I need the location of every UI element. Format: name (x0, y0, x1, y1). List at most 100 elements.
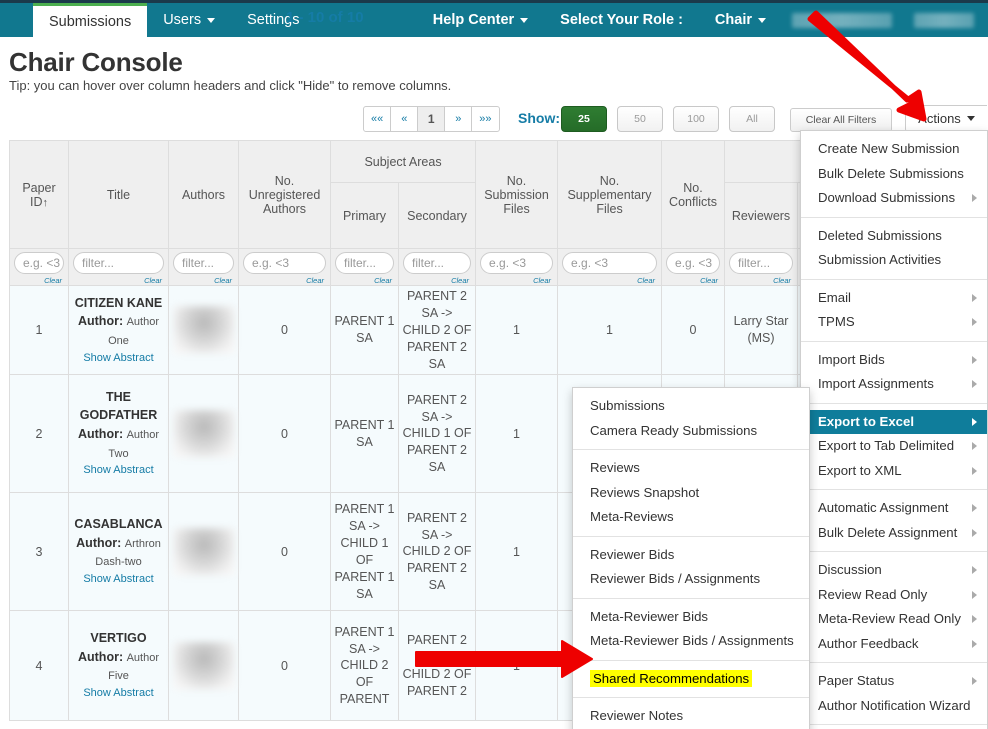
col-header-sa-primary[interactable]: Primary (330, 182, 399, 249)
menu-item-author-notification-wizard[interactable]: Author Notification Wizard (801, 694, 987, 719)
col-header-title[interactable]: Title (68, 140, 169, 249)
menu-item-label: Author Notification Wizard (818, 697, 971, 713)
filter-input-sa-secondary[interactable]: filter... (403, 252, 472, 274)
page-size-all[interactable]: All (729, 106, 775, 132)
pagination-next[interactable]: » (444, 106, 473, 132)
submenu-item-shared-recommendations[interactable]: Shared Recommendations (573, 667, 809, 692)
pagination-last[interactable]: »» (471, 106, 500, 132)
menu-item-bulk-delete-assignment[interactable]: Bulk Delete Assignment (801, 521, 987, 546)
menu-separator (573, 659, 809, 661)
show-abstract-link[interactable]: Show Abstract (72, 686, 165, 702)
pagination[interactable]: «« « 1 » »» (363, 106, 500, 132)
nav-role-chair[interactable]: Chair (699, 3, 782, 37)
filter-clear-paper-id[interactable]: Clear (44, 276, 62, 285)
nav-tab-users[interactable]: Users (147, 3, 231, 37)
filter-clear-authors[interactable]: Clear (214, 276, 232, 285)
show-abstract-link[interactable]: Show Abstract (72, 572, 165, 588)
filter-input-paper-id[interactable]: e.g. <3 (14, 252, 64, 274)
show-abstract-link[interactable]: Show Abstract (72, 463, 165, 479)
actions-button[interactable]: Actions (905, 105, 987, 132)
filter-input-no-supplementary-files[interactable]: e.g. <3 (562, 252, 658, 274)
submenu-item-reviews-snapshot[interactable]: Reviews Snapshot (573, 481, 809, 506)
submenu-item-meta-reviews[interactable]: Meta-Reviews (573, 505, 809, 530)
menu-item-bulk-delete-submissions[interactable]: Bulk Delete Submissions (801, 162, 987, 187)
col-header-reviewers[interactable]: Reviewers (724, 182, 799, 249)
page-size-50[interactable]: 50 (617, 106, 663, 132)
submenu-item-submissions[interactable]: Submissions (573, 394, 809, 419)
menu-item-export-to-xml[interactable]: Export to XML (801, 459, 987, 484)
chevron-right-icon (972, 380, 977, 389)
filter-clear-title[interactable]: Clear (144, 276, 162, 285)
filter-input-no-submission-files[interactable]: e.g. <3 (480, 252, 554, 274)
submenu-item-camera-ready-submissions[interactable]: Camera Ready Submissions (573, 419, 809, 444)
menu-item-review-read-only[interactable]: Review Read Only (801, 583, 987, 608)
menu-item-export-to-excel[interactable]: Export to Excel (801, 409, 987, 434)
menu-item-submission-activities[interactable]: Submission Activities (801, 248, 987, 273)
filter-input-title[interactable]: filter... (73, 252, 164, 274)
menu-item-label: Paper Status (818, 673, 895, 688)
col-header-paper-id[interactable]: Paper ID↑ (9, 140, 69, 249)
col-header-no-unregistered-authors[interactable]: No. Unregistered Authors (238, 140, 331, 249)
menu-item-meta-review-read-only[interactable]: Meta-Review Read Only (801, 607, 987, 632)
filter-clear-sa-primary[interactable]: Clear (374, 276, 392, 285)
filter-input-sa-primary[interactable]: filter... (335, 252, 394, 274)
menu-item-import-bids[interactable]: Import Bids (801, 348, 987, 373)
filter-input-no-unregistered-authors[interactable]: e.g. <3 (243, 252, 326, 274)
filter-cell-no-supplementary-files: e.g. <3 Clear (557, 248, 663, 286)
nav-help-center[interactable]: Help Center (417, 3, 544, 37)
cell-title: CITIZEN KANE Author: Author One Show Abs… (68, 284, 169, 376)
col-header-no-submission-files[interactable]: No. Submission Files (475, 140, 559, 249)
menu-item-label: Meta-Reviewer Bids / Assignments (590, 633, 794, 648)
submenu-item-reviewer-notes[interactable]: Reviewer Notes (573, 704, 809, 729)
pagination-prev[interactable]: « (390, 106, 419, 132)
filter-clear-reviewers[interactable]: Clear (773, 276, 791, 285)
filter-input-no-conflicts[interactable]: e.g. <3 (666, 252, 721, 274)
author-label: Author: (77, 426, 124, 441)
menu-item-label: Reviewer Notes (590, 708, 684, 723)
filter-clear-sa-secondary[interactable]: Clear (451, 276, 469, 285)
menu-item-deleted-submissions[interactable]: Deleted Submissions (801, 224, 987, 249)
menu-item-discussion[interactable]: Discussion (801, 558, 987, 583)
menu-item-label: Download Submissions (818, 190, 956, 205)
submenu-item-meta-reviewer-bids[interactable]: Meta-Reviewer Bids (573, 605, 809, 630)
menu-item-label: Meta-Review Read Only (818, 611, 961, 626)
chevron-right-icon (972, 442, 977, 451)
filter-clear-no-unregistered-authors[interactable]: Clear (306, 276, 324, 285)
chevron-down-icon (966, 116, 975, 121)
pagination-page-1[interactable]: 1 (417, 106, 446, 132)
menu-item-paper-status[interactable]: Paper Status (801, 669, 987, 694)
submenu-item-reviews[interactable]: Reviews (573, 456, 809, 481)
menu-item-import-assignments[interactable]: Import Assignments (801, 372, 987, 397)
cell-authors (168, 492, 239, 612)
filter-input-authors[interactable]: filter... (173, 252, 234, 274)
show-abstract-link[interactable]: Show Abstract (72, 351, 165, 367)
menu-item-email[interactable]: Email (801, 286, 987, 311)
filter-clear-no-conflicts[interactable]: Clear (700, 276, 718, 285)
col-group-header-subject-areas[interactable]: Subject Areas (329, 140, 477, 183)
col-header-authors[interactable]: Authors (168, 140, 239, 249)
menu-item-export-to-tab-delimited[interactable]: Export to Tab Delimited (801, 434, 987, 459)
menu-item-author-feedback[interactable]: Author Feedback (801, 632, 987, 657)
submenu-item-reviewer-bids-assignments[interactable]: Reviewer Bids / Assignments (573, 567, 809, 592)
author-label: Author: (76, 535, 122, 550)
menu-item-create-new-submission[interactable]: Create New Submission (801, 137, 987, 162)
col-header-sa-secondary[interactable]: Secondary (397, 182, 477, 249)
menu-item-tpms[interactable]: TPMS (801, 310, 987, 335)
submenu-item-reviewer-bids[interactable]: Reviewer Bids (573, 543, 809, 568)
col-header-no-conflicts[interactable]: No. Conflicts (661, 140, 726, 249)
pagination-first[interactable]: «« (363, 106, 392, 132)
menu-item-automatic-assignment[interactable]: Automatic Assignment (801, 496, 987, 521)
filter-clear-no-supplementary-files[interactable]: Clear (637, 276, 655, 285)
cell-paper-id: 3 (9, 492, 69, 612)
submenu-item-meta-reviewer-bids-assignments[interactable]: Meta-Reviewer Bids / Assignments (573, 629, 809, 654)
nav-tab-submissions-label: Submissions (49, 13, 132, 30)
col-header-no-supplementary-files[interactable]: No. Supplementary Files (557, 140, 663, 249)
nav-tab-submissions[interactable]: Submissions (33, 3, 148, 37)
clear-all-filters-button[interactable]: Clear All Filters (790, 108, 892, 132)
filter-input-reviewers[interactable]: filter... (729, 252, 794, 274)
page-size-100[interactable]: 100 (673, 106, 719, 132)
page-size-25[interactable]: 25 (561, 106, 607, 132)
menu-item-download-submissions[interactable]: Download Submissions (801, 186, 987, 211)
filter-clear-no-submission-files[interactable]: Clear (533, 276, 551, 285)
cell-sa-primary: PARENT 1 SA -> CHILD 2 OF PARENT (330, 610, 399, 722)
